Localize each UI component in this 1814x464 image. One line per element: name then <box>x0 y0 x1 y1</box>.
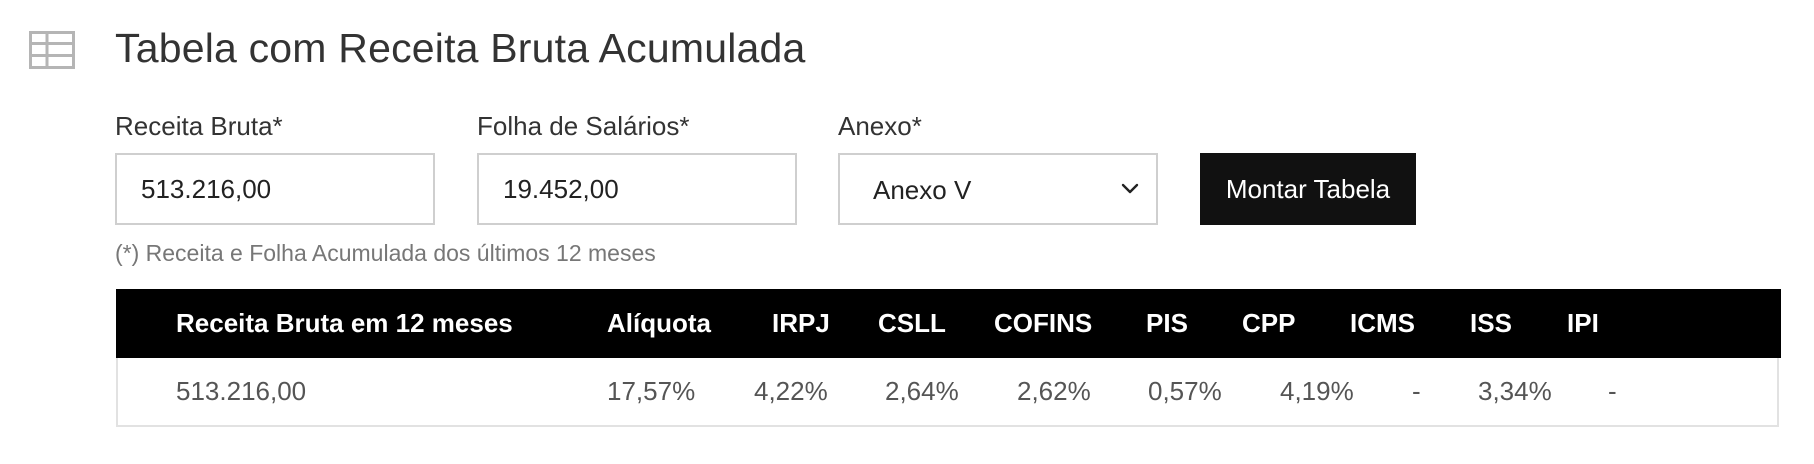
cell-receita: 513.216,00 <box>176 376 307 406</box>
page-title: Tabela com Receita Bruta Acumulada <box>115 25 806 71</box>
folha-salarios-label: Folha de Salários* <box>477 111 690 141</box>
column-header-csll: CSLL <box>878 308 946 338</box>
column-header-cofins: COFINS <box>994 308 1093 338</box>
anexo-label: Anexo* <box>838 111 922 141</box>
cell-cofins: 2,62% <box>1017 376 1091 406</box>
cell-cpp: 4,19% <box>1280 376 1354 406</box>
cell-ipi: - <box>1608 376 1617 406</box>
cell-irpj: 4,22% <box>754 376 828 406</box>
column-header-aliquota: Alíquota <box>607 308 711 338</box>
table-header-row: Receita Bruta em 12 meses Alíquota IRPJ … <box>116 289 1781 358</box>
column-header-iss: ISS <box>1470 308 1512 338</box>
cell-iss: 3,34% <box>1478 376 1552 406</box>
column-header-irpj: IRPJ <box>772 308 830 338</box>
footnote: (*) Receita e Folha Acumulada dos último… <box>115 240 656 266</box>
cell-icms: - <box>1412 376 1421 406</box>
montar-tabela-button[interactable]: Montar Tabela <box>1200 153 1416 225</box>
cell-aliquota: 17,57% <box>607 376 696 406</box>
column-header-pis: PIS <box>1146 308 1188 338</box>
anexo-selected-value: Anexo V <box>873 175 972 205</box>
folha-salarios-input[interactable] <box>477 153 797 225</box>
column-header-receita: Receita Bruta em 12 meses <box>176 308 513 338</box>
anexo-select[interactable]: Anexo V <box>838 153 1158 225</box>
column-header-icms: ICMS <box>1350 308 1415 338</box>
receita-bruta-input[interactable] <box>115 153 435 225</box>
receita-bruta-label: Receita Bruta* <box>115 111 283 141</box>
cell-csll: 2,64% <box>885 376 959 406</box>
chevron-down-icon <box>1121 183 1139 194</box>
results-table: Receita Bruta em 12 meses Alíquota IRPJ … <box>116 289 1781 427</box>
table-icon <box>29 31 75 69</box>
cell-pis: 0,57% <box>1148 376 1222 406</box>
column-header-ipi: IPI <box>1567 308 1599 338</box>
column-header-cpp: CPP <box>1242 308 1296 338</box>
table-row: 513.216,00 17,57% 4,22% 2,64% 2,62% 0,57… <box>116 358 1779 427</box>
